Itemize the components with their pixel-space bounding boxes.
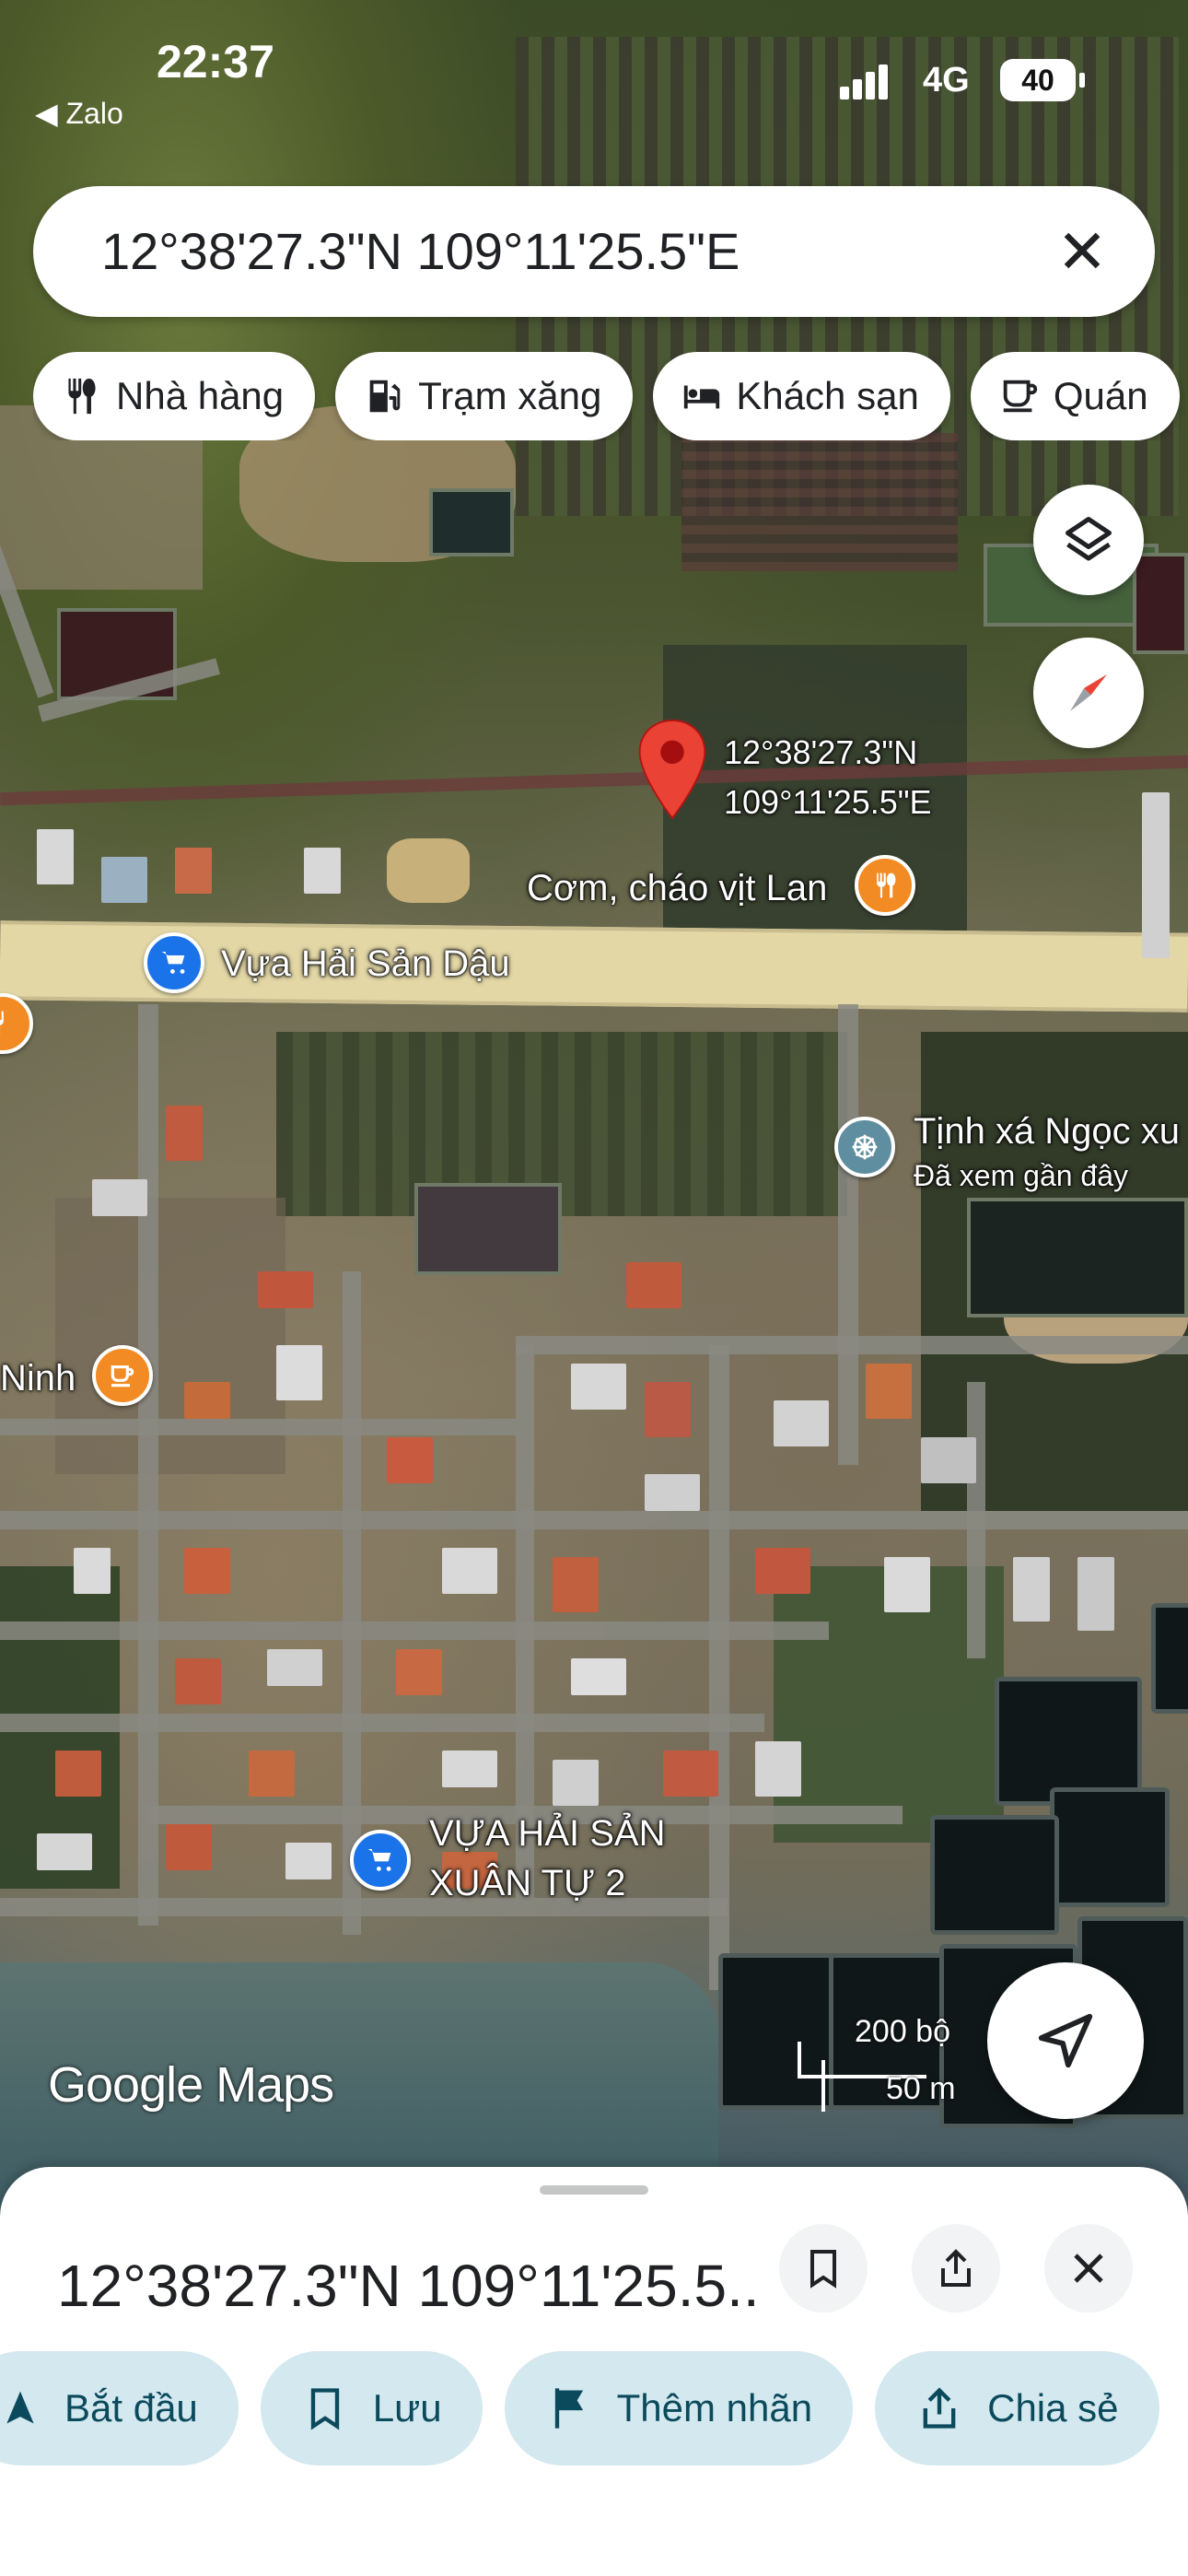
search-input[interactable] (101, 214, 1022, 287)
start-button[interactable]: Bắt đầu (0, 2351, 239, 2465)
chip-hotels[interactable]: Khách sạn (653, 352, 950, 440)
gas-station-icon (369, 380, 401, 413)
place-title: 12°38'27.3"N 109°11'25.5... (57, 2253, 757, 2319)
scale-meters: 50 m (886, 2071, 956, 2106)
chip-label: Khách sạn (736, 374, 919, 417)
place-bottom-sheet[interactable]: 12°38'27.3"N 109°11'25.5... Bắt đầu Lưu … (0, 2167, 1188, 2576)
add-label-label: Thêm nhãn (616, 2386, 813, 2430)
action-buttons: Bắt đầu Lưu Thêm nhãn Chia sẻ (0, 2351, 1182, 2465)
chip-label: Quán (1053, 374, 1148, 417)
shopping-cart-icon[interactable] (144, 932, 204, 993)
poi-label-ninh[interactable]: Ninh (0, 1358, 76, 1399)
share-button[interactable] (912, 2224, 1000, 2313)
share-icon (941, 2249, 971, 2287)
restaurant-icon[interactable] (855, 855, 915, 916)
shopping-cart-icon[interactable] (350, 1830, 411, 1891)
search-bar[interactable]: ✕ (33, 186, 1155, 317)
close-icon[interactable]: ✕ (1050, 219, 1114, 284)
poi-label-xuan-tu-line1[interactable]: VỰA HẢI SẢN (429, 1813, 665, 1855)
pin-coordinates-line1: 12°38'27.3"N (724, 733, 918, 771)
chip-label: Trạm xăng (418, 374, 602, 417)
drag-handle[interactable] (540, 2185, 648, 2195)
location-arrow-icon (1038, 2013, 1093, 2068)
navigation-icon (6, 2391, 34, 2424)
hotel-icon (684, 385, 720, 409)
save-label: Lưu (372, 2386, 442, 2430)
chip-restaurants[interactable]: Nhà hàng (33, 352, 316, 440)
close-icon (1074, 2254, 1103, 2283)
start-label: Bắt đầu (64, 2386, 198, 2430)
layers-button[interactable] (1033, 485, 1144, 595)
cafe-icon[interactable] (92, 1345, 153, 1406)
poi-label-com-chao[interactable]: Cơm, cháo vịt Lan (527, 868, 827, 909)
poi-label-xuan-tu-line2[interactable]: XUÂN TỰ 2 (429, 1863, 625, 1904)
add-label-button[interactable]: Thêm nhãn (504, 2351, 854, 2465)
share-icon (923, 2387, 956, 2429)
google-maps-logo: Google Maps (48, 2057, 334, 2113)
pin-coordinates-line2: 109°11'25.5"E (724, 783, 932, 821)
save-action-button[interactable]: Lưu (260, 2351, 483, 2465)
my-location-button[interactable] (987, 1962, 1144, 2119)
poi-label-tinh-xa[interactable]: Tịnh xá Ngọc xu (914, 1111, 1180, 1153)
bookmark-icon (310, 2388, 339, 2430)
compass-icon (1070, 674, 1107, 711)
battery-icon: 40 (1000, 59, 1085, 101)
bookmark-icon (810, 2250, 836, 2289)
back-to-app-link[interactable]: ◀ Zalo (35, 96, 123, 131)
flag-icon (554, 2388, 583, 2429)
save-button[interactable] (779, 2224, 868, 2313)
chip-label: Nhà hàng (116, 374, 285, 417)
chip-gas-stations[interactable]: Trạm xăng (335, 352, 634, 440)
scale-feet: 200 bộ (855, 2014, 950, 2049)
share-label: Chia sẻ (987, 2386, 1119, 2430)
temple-icon[interactable] (834, 1117, 895, 1177)
chip-cafes[interactable]: Quán (970, 352, 1180, 440)
clock: 22:37 (157, 36, 274, 88)
layers-icon (1066, 517, 1112, 561)
close-sheet-button[interactable] (1044, 2224, 1133, 2313)
share-action-button[interactable]: Chia sẻ (875, 2351, 1159, 2465)
cafe-icon (1003, 380, 1037, 413)
poi-label-vua-dau[interactable]: Vựa Hải Sản Dậu (221, 943, 510, 985)
category-chips: Nhà hàng Trạm xăng Khách sạn Quán (33, 352, 1188, 440)
scale-bar: 200 bộ 50 m (794, 2014, 969, 2115)
dropped-pin-icon[interactable] (635, 719, 709, 820)
maps-screen: { "status_bar": {"time": "22:37", "back_… (0, 0, 1188, 2576)
status-bar: 22:37 ◀ Zalo 4G 40 (0, 0, 1188, 138)
network-type: 4G (923, 61, 970, 100)
signal-icon (840, 64, 890, 100)
poi-sublabel-recently-viewed: Đã xem gần đây (914, 1159, 1129, 1192)
compass-button[interactable] (1033, 638, 1144, 748)
restaurant-icon (67, 378, 96, 415)
